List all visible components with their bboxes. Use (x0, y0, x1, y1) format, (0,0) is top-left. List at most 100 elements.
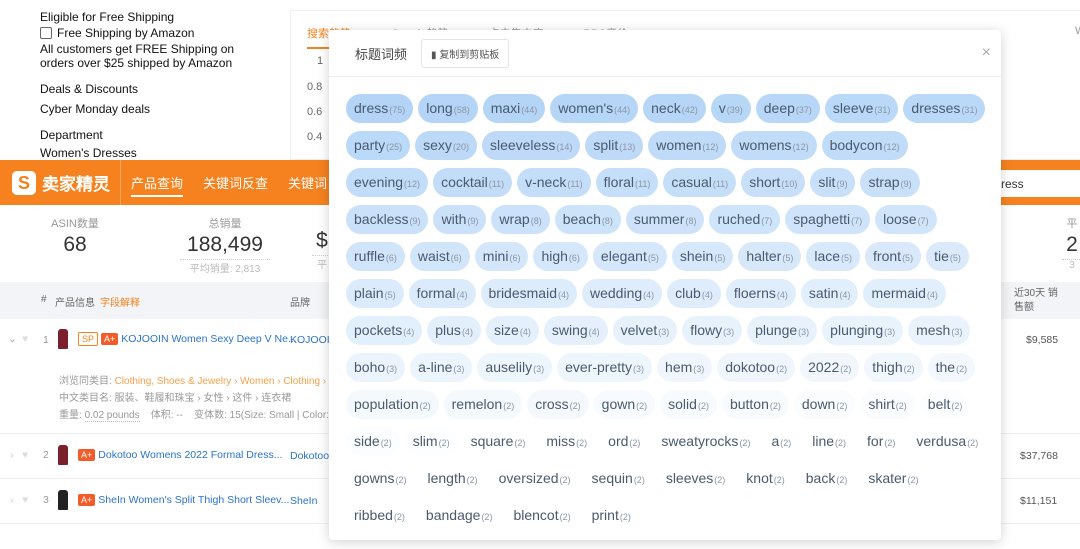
word-tag[interactable]: long(58) (418, 94, 478, 123)
word-tag[interactable]: high(6) (533, 242, 588, 271)
word-tag[interactable]: gowns(2) (346, 464, 414, 493)
chevron-right-icon[interactable]: › (10, 494, 14, 506)
word-tag[interactable]: boho(3) (346, 353, 406, 382)
word-tag[interactable]: gown(2) (593, 390, 656, 419)
word-tag[interactable]: wrap(8) (491, 205, 550, 234)
word-tag[interactable]: party(25) (346, 131, 411, 160)
word-tag[interactable]: miss(2) (538, 427, 595, 456)
word-tag[interactable]: size(4) (485, 316, 539, 345)
word-tag[interactable]: formal(4) (408, 279, 476, 308)
close-icon[interactable]: × (982, 44, 991, 62)
field-note-link[interactable]: 字段解释 (100, 294, 140, 309)
word-tag[interactable]: line(2) (804, 427, 854, 456)
heart-icon[interactable]: ♥ (22, 494, 28, 506)
word-tag[interactable]: skater(2) (860, 464, 926, 493)
word-tag[interactable]: summer(8) (625, 205, 705, 234)
word-tag[interactable]: remelon(2) (443, 390, 523, 419)
word-tag[interactable]: lace(5) (806, 242, 861, 271)
word-tag[interactable]: bodycon(12) (821, 131, 908, 160)
col-sales30[interactable]: 近30天 销售额 (1014, 287, 1064, 315)
chevron-down-icon[interactable]: ⌄ (8, 333, 17, 345)
word-tag[interactable]: plus(4) (427, 316, 481, 345)
word-tag[interactable]: ruffle(6) (346, 242, 405, 271)
copy-to-clipboard-button[interactable]: ▮ 复制到剪贴板 (421, 38, 510, 68)
word-tag[interactable]: womens(12) (731, 131, 817, 160)
word-tag[interactable]: shirt(2) (860, 390, 915, 419)
word-tag[interactable]: dress(75) (346, 94, 414, 123)
word-tag[interactable]: dresses(31) (903, 94, 986, 123)
word-tag[interactable]: slim(2) (405, 427, 458, 456)
word-tag[interactable]: blencot(2) (505, 501, 578, 530)
word-tag[interactable]: for(2) (859, 427, 903, 456)
word-tag[interactable]: length(2) (419, 464, 485, 493)
word-tag[interactable]: sweatyrocks(2) (653, 427, 758, 456)
word-tag[interactable]: dokotoo(2) (717, 353, 796, 382)
word-tag[interactable]: auselily(3) (477, 353, 553, 382)
word-tag[interactable]: down(2) (793, 390, 856, 419)
word-tag[interactable]: oversized(2) (491, 464, 579, 493)
word-tag[interactable]: thigh(2) (864, 353, 923, 382)
word-tag[interactable]: strap(9) (860, 168, 920, 197)
product-title-link[interactable]: KOJOOIN Women Sexy Deep V Ne... (121, 333, 296, 345)
search-input[interactable]: ress (995, 170, 1080, 197)
word-tag[interactable]: wedding(4) (581, 279, 663, 308)
word-tag[interactable]: tie(5) (926, 242, 969, 271)
word-tag[interactable]: button(2) (721, 390, 789, 419)
free-shipping-checkbox[interactable]: Free Shipping by Amazon (40, 26, 250, 40)
word-tag[interactable]: cocktail(11) (433, 168, 513, 197)
word-tag[interactable]: neck(42) (643, 94, 706, 123)
word-tag[interactable]: pockets(4) (346, 316, 423, 345)
word-tag[interactable]: print(2) (584, 501, 639, 530)
word-tag[interactable]: belt(2) (919, 390, 971, 419)
word-tag[interactable]: front(5) (865, 242, 922, 271)
product-title-link[interactable]: Dokotoo Womens 2022 Formal Dress... (98, 449, 282, 461)
word-tag[interactable]: satin(4) (800, 279, 859, 308)
word-tag[interactable]: flowy(3) (682, 316, 743, 345)
word-tag[interactable]: ord(2) (600, 427, 648, 456)
department-link[interactable]: Women's Dresses (40, 146, 250, 160)
word-tag[interactable]: solid(2) (660, 390, 717, 419)
word-tag[interactable]: 2022(2) (800, 353, 860, 382)
word-tag[interactable]: swing(4) (543, 316, 608, 345)
word-tag[interactable]: slit(9) (810, 168, 856, 197)
word-tag[interactable]: ever-pretty(3) (557, 353, 653, 382)
word-tag[interactable]: shein(5) (671, 242, 734, 271)
word-tag[interactable]: a-line(3) (410, 353, 473, 382)
word-tag[interactable]: women(12) (648, 131, 727, 160)
word-tag[interactable]: bridesmaid(4) (480, 279, 577, 308)
word-tag[interactable]: back(2) (798, 464, 856, 493)
brand-link[interactable]: SheIn (290, 495, 317, 507)
word-tag[interactable]: deep(37) (755, 94, 820, 123)
category-path-link[interactable]: Clothing, Shoes & Jewelry › Women › Clot… (115, 376, 329, 387)
word-tag[interactable]: club(4) (667, 279, 721, 308)
word-tag[interactable]: plain(5) (346, 279, 404, 308)
brand-link[interactable]: Dokotoo (290, 450, 329, 462)
word-tag[interactable]: with(9) (433, 205, 487, 234)
word-tag[interactable]: plunging(3) (822, 316, 904, 345)
word-tag[interactable]: cross(2) (527, 390, 589, 419)
product-title-link[interactable]: SheIn Women's Split Thigh Short Sleev... (98, 494, 289, 506)
deals-link[interactable]: Cyber Monday deals (40, 102, 250, 116)
word-tag[interactable]: sleeve(31) (824, 94, 899, 123)
word-tag[interactable]: plunge(3) (747, 316, 818, 345)
word-tag[interactable]: elegant(5) (592, 242, 667, 271)
nav-keyword-reverse[interactable]: 关键词反查 (193, 173, 278, 192)
word-tag[interactable]: spaghetti(7) (785, 205, 871, 234)
word-tag[interactable]: hem(3) (657, 353, 713, 382)
word-tag[interactable]: casual(11) (663, 168, 737, 197)
word-tag[interactable]: v(39) (710, 94, 751, 123)
word-tag[interactable]: floral(11) (595, 168, 659, 197)
word-tag[interactable]: short(10) (741, 168, 806, 197)
word-tag[interactable]: women's(44) (550, 94, 639, 123)
word-tag[interactable]: sleeveless(14) (481, 131, 581, 160)
word-tag[interactable]: halter(5) (738, 242, 802, 271)
word-tag[interactable]: waist(6) (409, 242, 470, 271)
nav-product-query[interactable]: 产品查询 (121, 173, 193, 197)
word-tag[interactable]: square(2) (463, 427, 534, 456)
word-tag[interactable]: knot(2) (738, 464, 792, 493)
word-tag[interactable]: the(2) (927, 353, 976, 382)
chevron-right-icon[interactable]: › (10, 449, 14, 461)
word-tag[interactable]: maxi(44) (482, 94, 546, 123)
word-tag[interactable]: sleeves(2) (658, 464, 733, 493)
word-tag[interactable]: population(2) (346, 390, 439, 419)
